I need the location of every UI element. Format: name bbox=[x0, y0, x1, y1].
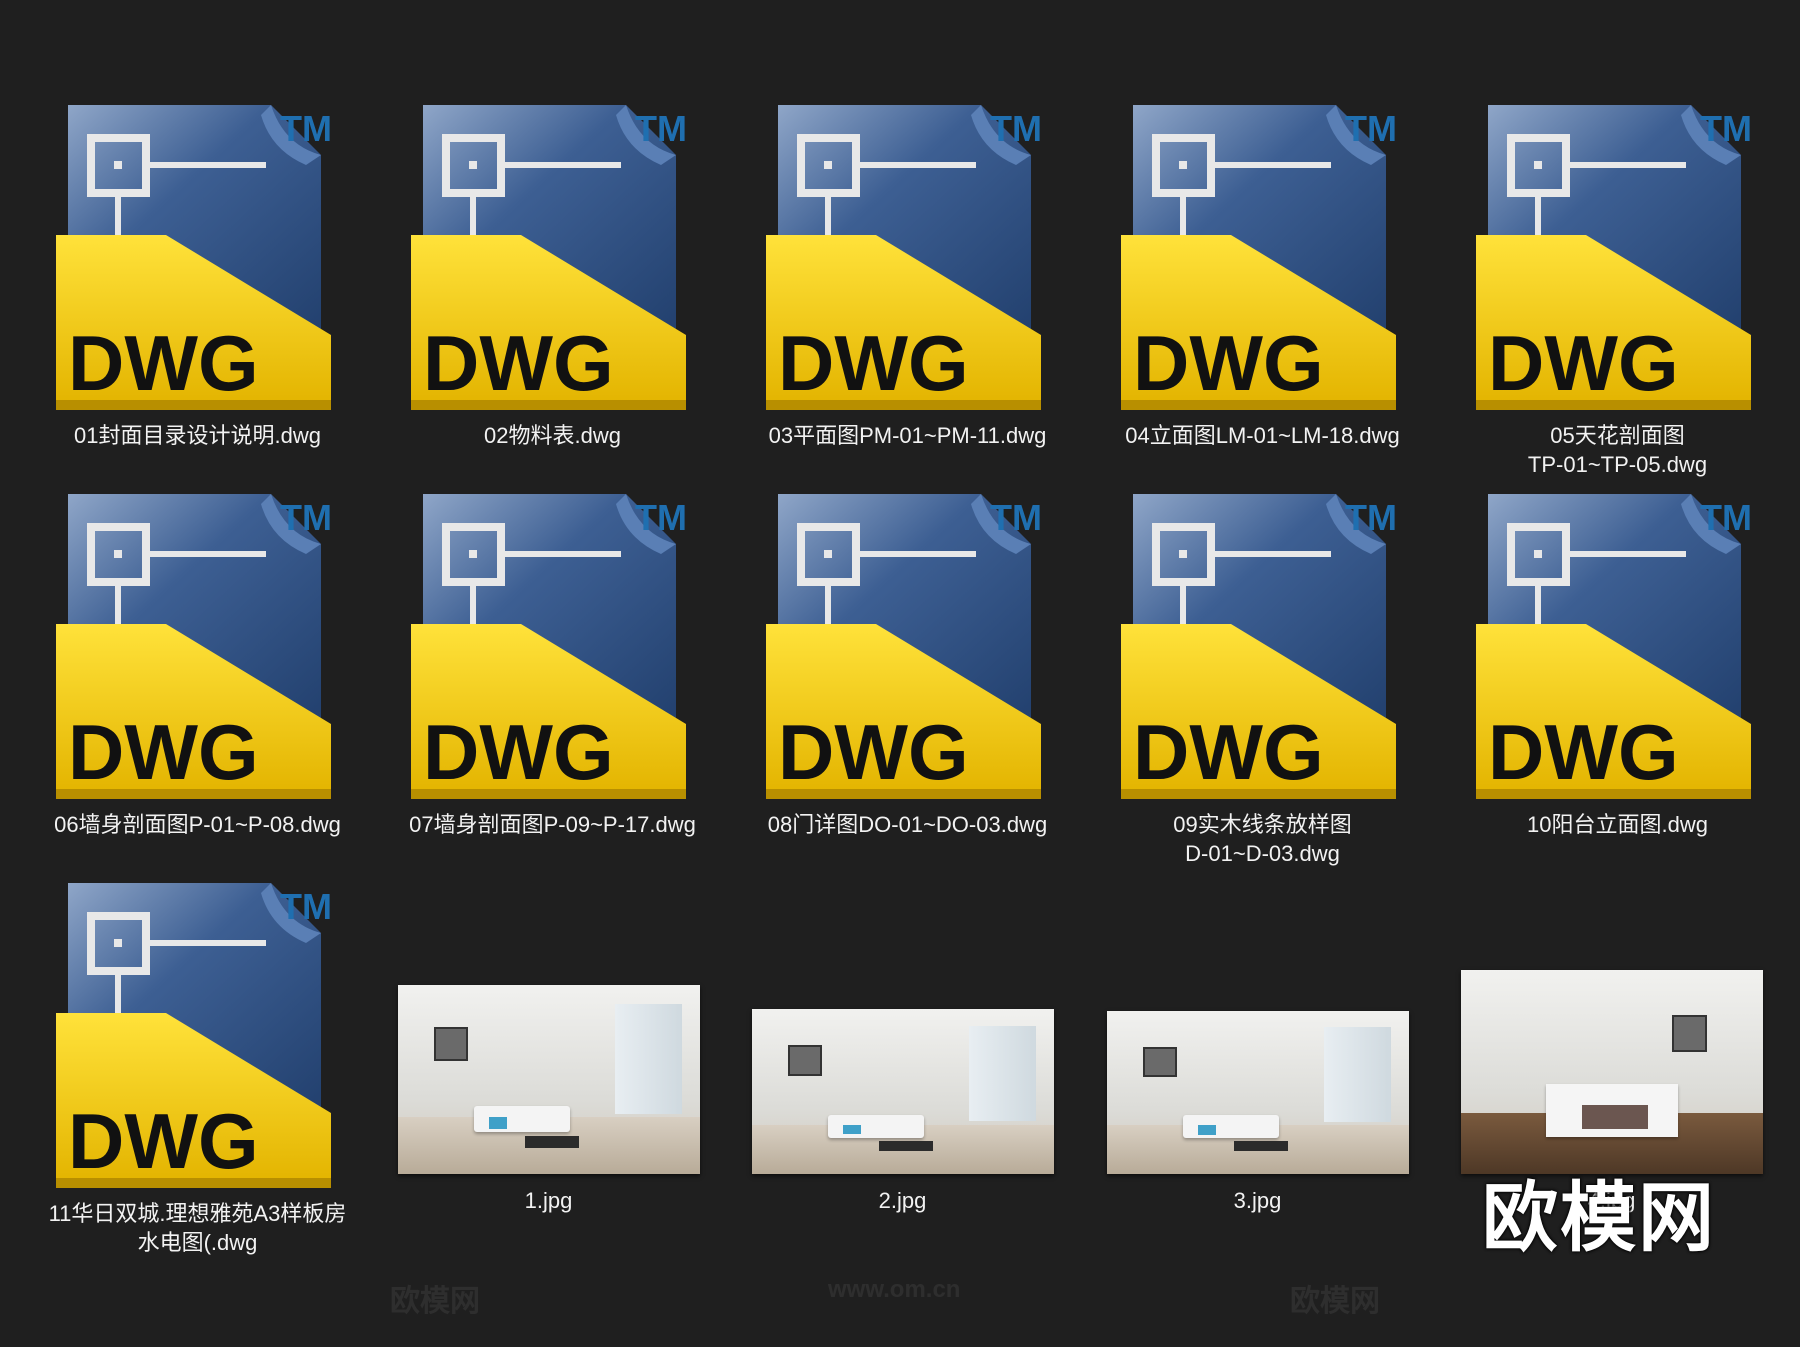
file-name-label: 03平面图PM-01~PM-11.dwg bbox=[768, 423, 1047, 448]
trademark-text: TM bbox=[280, 108, 332, 149]
dwg-file-icon: DWG TM bbox=[56, 494, 332, 799]
file-name-label: 05天花剖面图 TP-01~TP-05.dwg bbox=[1527, 423, 1708, 477]
watermark-logo: 欧模网 bbox=[1482, 1176, 1716, 1261]
file-name-label: 04立面图LM-01~LM-18.dwg bbox=[1125, 423, 1400, 448]
dwg-file-icon: DWG TM bbox=[411, 105, 687, 410]
trademark-text: TM bbox=[990, 108, 1042, 149]
file-name-label: 10阳台立面图.dwg bbox=[1527, 812, 1708, 837]
trademark-text: TM bbox=[1345, 497, 1397, 538]
trademark-text: TM bbox=[1345, 108, 1397, 149]
file-name-label: 08门详图DO-01~DO-03.dwg bbox=[767, 812, 1048, 837]
dwg-icon-text: DWG bbox=[423, 319, 614, 407]
dwg-file-icon: DWG TM bbox=[1476, 105, 1752, 410]
dwg-file-icon: DWG TM bbox=[411, 494, 687, 799]
file-name-label: 06墙身剖面图P-01~P-08.dwg bbox=[54, 812, 341, 837]
file-name-label: 3.jpg bbox=[1233, 1188, 1282, 1213]
trademark-text: TM bbox=[280, 886, 332, 927]
dwg-icon-text: DWG bbox=[68, 1097, 259, 1185]
dwg-icon-text: DWG bbox=[1488, 319, 1679, 407]
image-thumbnail bbox=[1107, 1011, 1409, 1174]
watermark: 欧模网 bbox=[390, 1285, 480, 1318]
trademark-text: TM bbox=[280, 497, 332, 538]
file-name-label: 2.jpg bbox=[878, 1188, 927, 1213]
trademark-text: TM bbox=[635, 108, 687, 149]
trademark-text: TM bbox=[1700, 108, 1752, 149]
dwg-icon-text: DWG bbox=[68, 319, 259, 407]
dwg-icon-text: DWG bbox=[1133, 708, 1324, 796]
dwg-file-icon: DWG TM bbox=[56, 105, 332, 410]
dwg-file-icon: DWG TM bbox=[1476, 494, 1752, 799]
file-name-label: 07墙身剖面图P-09~P-17.dwg bbox=[409, 812, 696, 837]
watermark: www.om.cn bbox=[828, 1276, 961, 1303]
image-thumbnail bbox=[1461, 970, 1763, 1174]
trademark-text: TM bbox=[635, 497, 687, 538]
file-name-label: 09实木线条放样图 D-01~D-03.dwg bbox=[1173, 812, 1352, 866]
file-name-label: 11华日双城.理想雅苑A3样板房 水电图(.dwg bbox=[48, 1201, 347, 1255]
trademark-text: TM bbox=[990, 497, 1042, 538]
dwg-file-icon: DWG TM bbox=[1121, 494, 1397, 799]
dwg-icon-text: DWG bbox=[1488, 708, 1679, 796]
image-thumbnail bbox=[752, 1009, 1054, 1174]
file-name-label: 1.jpg bbox=[524, 1188, 573, 1213]
dwg-icon-text: DWG bbox=[778, 319, 969, 407]
watermark: 欧模网 bbox=[1290, 1285, 1380, 1318]
file-name-label: 02物料表.dwg bbox=[484, 423, 621, 448]
dwg-icon-text: DWG bbox=[68, 708, 259, 796]
trademark-text: TM bbox=[1700, 497, 1752, 538]
dwg-file-icon: DWG TM bbox=[766, 494, 1042, 799]
file-name-label: 01封面目录设计说明.dwg bbox=[74, 423, 321, 448]
dwg-file-icon: DWG TM bbox=[1121, 105, 1397, 410]
dwg-icon-text: DWG bbox=[778, 708, 969, 796]
dwg-file-icon: DWG TM bbox=[56, 883, 332, 1188]
dwg-icon-text: DWG bbox=[1133, 319, 1324, 407]
dwg-icon-text: DWG bbox=[423, 708, 614, 796]
dwg-file-icon: DWG TM bbox=[766, 105, 1042, 410]
image-thumbnail bbox=[398, 985, 700, 1174]
